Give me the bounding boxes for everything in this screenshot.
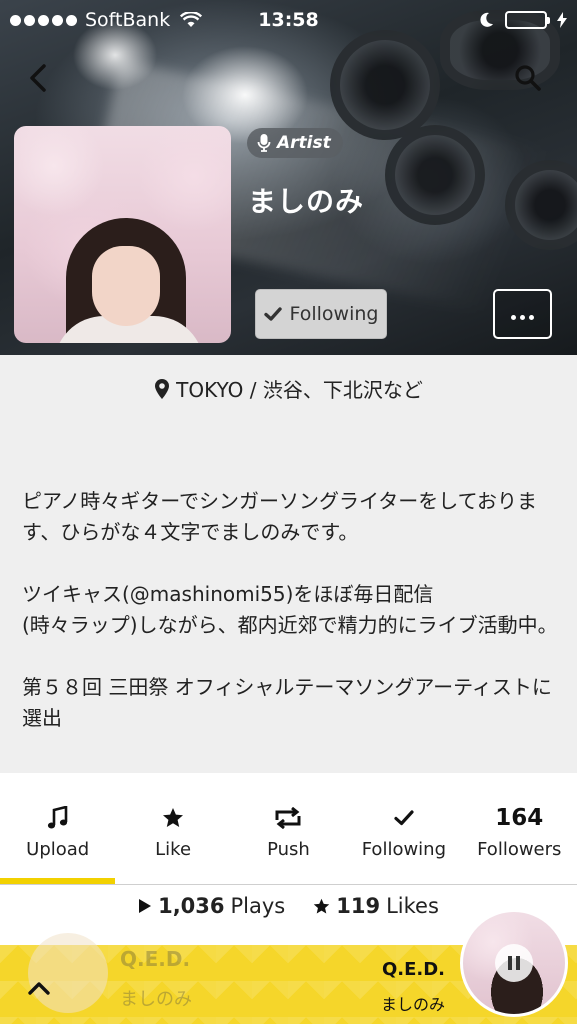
moon-icon [480, 12, 493, 27]
mini-player[interactable]: Q.E.D. ましのみ Q.E.D. ましのみ [0, 909, 577, 1024]
location: TOKYO / 渋谷、下北沢など [0, 374, 577, 403]
plays-count: 1,036 [158, 894, 225, 918]
now-playing-artwork [460, 909, 568, 1017]
plays-label: Plays [230, 894, 286, 918]
tab-upload[interactable]: Upload [0, 773, 116, 885]
likes-label: Likes [386, 894, 439, 918]
search-icon [515, 65, 541, 91]
artist-avatar [14, 126, 231, 343]
microphone-icon [257, 134, 271, 152]
more-options-button[interactable] [493, 289, 552, 339]
following-button-label: Following [289, 303, 379, 325]
tab-followers-label: Followers [477, 839, 562, 860]
stage-light-decoration [330, 30, 440, 140]
artist-badge: Artist [247, 128, 343, 158]
ellipsis-icon [509, 305, 536, 324]
star-icon [314, 898, 330, 913]
profile-tabs: Upload Like Push Following 164 Followers [0, 773, 577, 885]
following-button[interactable]: Following [255, 289, 387, 339]
divider [0, 884, 577, 885]
carrier-label: SoftBank [85, 9, 171, 31]
tab-like-label: Like [155, 839, 192, 860]
profile-header: SoftBank 13:58 Artist ましのみ Following [0, 0, 577, 355]
chevron-up-icon [28, 982, 50, 995]
likes-count: 119 [336, 894, 381, 918]
chevron-left-icon [30, 64, 46, 92]
back-button[interactable] [18, 58, 58, 98]
pause-icon [508, 956, 520, 970]
plays-summary: 1,036 Plays [138, 894, 285, 918]
likes-summary: 119 Likes [313, 894, 439, 918]
music-note-icon [47, 806, 67, 829]
tab-like[interactable]: Like [115, 773, 230, 885]
star-icon [163, 808, 184, 827]
followers-count: 164 [495, 805, 544, 831]
track-title-background: Q.E.D. [120, 947, 191, 971]
search-button[interactable] [508, 58, 548, 98]
repost-icon [275, 807, 301, 829]
check-icon [394, 810, 414, 826]
tab-upload-label: Upload [26, 839, 90, 860]
location-text: TOKYO / 渋谷、下北沢など [176, 378, 423, 402]
expand-player-button[interactable] [20, 969, 58, 1007]
tab-following[interactable]: Following [346, 773, 461, 885]
charging-icon [557, 12, 567, 28]
check-icon [263, 307, 282, 321]
pause-button[interactable] [495, 944, 533, 982]
tab-following-label: Following [361, 839, 447, 860]
play-icon [139, 899, 152, 913]
status-bar: SoftBank 13:58 [0, 0, 577, 40]
track-artist-background: ましのみ [120, 989, 192, 1010]
signal-icon [10, 14, 77, 26]
battery-icon [505, 11, 550, 29]
tab-push-label: Push [267, 839, 310, 860]
wifi-icon [180, 12, 203, 27]
tab-push[interactable]: Push [231, 773, 346, 885]
tab-followers[interactable]: 164 Followers [462, 773, 577, 885]
now-playing-artist: ましのみ [380, 995, 445, 1014]
artist-bio: ピアノ時々ギターでシンガーソングライターをしております、ひらがな４文字でましのみ… [22, 489, 558, 730]
artist-badge-label: Artist [277, 133, 331, 153]
location-pin-icon [155, 378, 170, 399]
now-playing-title: Q.E.D. [381, 959, 445, 980]
artist-name: ましのみ [248, 185, 365, 218]
stage-light-decoration [385, 125, 485, 225]
